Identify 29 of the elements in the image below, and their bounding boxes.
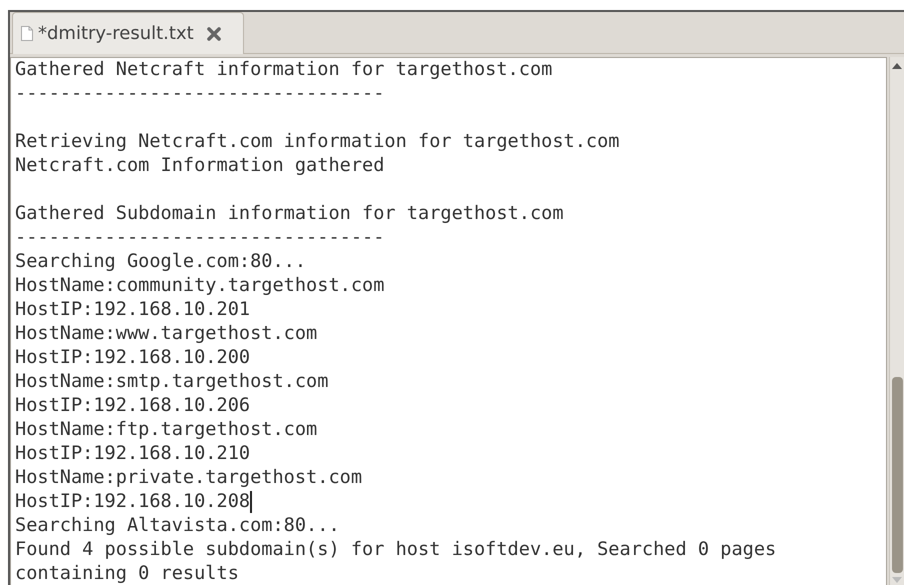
text-line: Gathered Netcraft information for targethost.com	[15, 58, 554, 82]
text-line: HostIP:192.168.10.201	[15, 298, 252, 322]
text-line: HostIP:192.168.10.206	[15, 394, 252, 418]
text-line: Found 4 possible subdomain(s) for host isoftdev.eu, Searched 0 pages	[15, 538, 778, 562]
text-editor[interactable]	[10, 57, 887, 585]
text-line: HostIP:192.168.10.200	[15, 346, 252, 370]
scrollbar-thumb[interactable]	[892, 377, 902, 573]
scroll-up-arrow-icon[interactable]	[892, 63, 902, 69]
text-line: ---------------------------------	[15, 82, 386, 106]
text-line: HostName:smtp.targethost.com	[15, 370, 330, 394]
file-tab[interactable]: *dmitry-result.txt	[12, 12, 244, 54]
text-line: Retrieving Netcraft.com information for targethost.com	[15, 130, 620, 154]
text-line: containing 0 results	[15, 562, 240, 585]
text-line: ---------------------------------	[15, 226, 386, 250]
close-icon[interactable]	[206, 26, 221, 40]
text-cursor	[250, 491, 252, 513]
text-line: HostName:private.targethost.com	[15, 466, 364, 490]
text-line: HostName:www.targethost.com	[15, 322, 318, 346]
text-line: HostName:community.targethost.com	[15, 274, 386, 298]
text-line: Netcraft.com Information gathered	[15, 154, 386, 178]
text-line: Searching Altavista.com:80...	[15, 514, 341, 538]
text-line: HostIP:192.168.10.208	[15, 490, 253, 514]
vertical-scrollbar[interactable]	[889, 57, 904, 585]
text-line: Gathered Subdomain information for targethost.com	[15, 202, 565, 226]
tab-title: *dmitry-result.txt	[38, 23, 194, 44]
text-line: Searching Google.com:80...	[15, 250, 308, 274]
document-icon	[21, 26, 33, 41]
text-line: HostName:ftp.targethost.com	[15, 418, 318, 442]
text-line: HostIP:192.168.10.210	[15, 442, 252, 466]
